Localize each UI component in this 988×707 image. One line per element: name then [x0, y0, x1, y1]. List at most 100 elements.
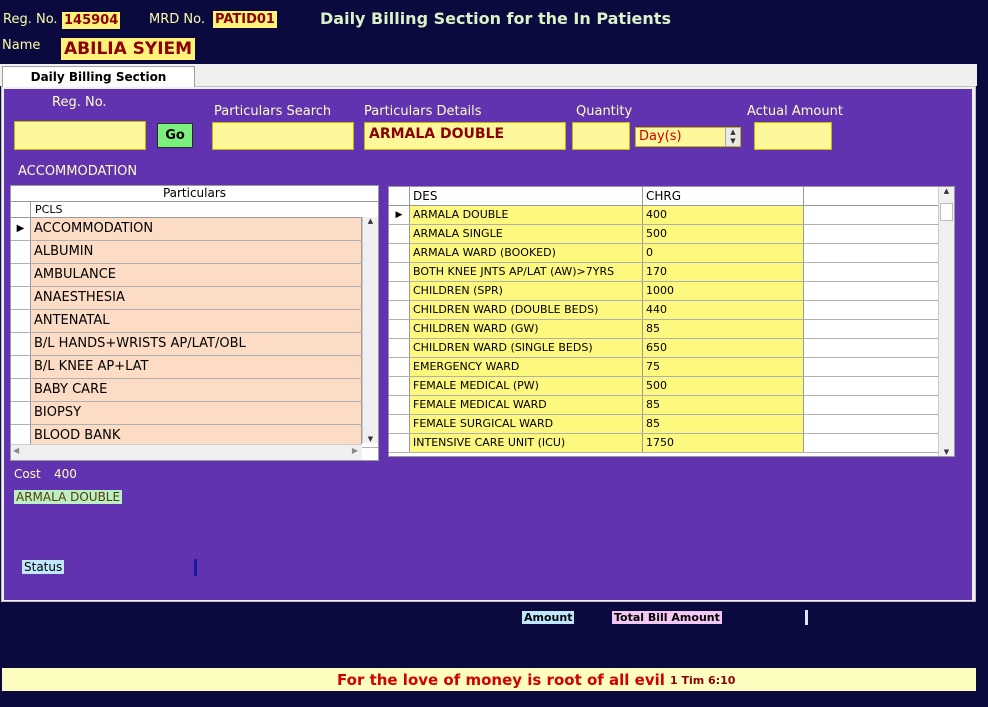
cost-value: 400: [54, 467, 77, 481]
selected-item-label: ARMALA DOUBLE: [14, 490, 123, 504]
table-cell[interactable]: 1000: [643, 282, 804, 300]
table-cell[interactable]: FEMALE SURGICAL WARD: [410, 415, 643, 433]
table-cell[interactable]: ALBUMIN: [31, 241, 362, 263]
table-cell[interactable]: EMERGENCY WARD: [410, 358, 643, 376]
reg-no-input[interactable]: [14, 121, 146, 150]
reg-no-value: 145904: [62, 12, 121, 29]
form-reg-label: Reg. No.: [52, 95, 107, 110]
table-cell[interactable]: FEMALE MEDICAL WARD: [410, 396, 643, 414]
particulars-horizontal-scrollbar[interactable]: ◀ ▶: [11, 444, 362, 460]
particulars-vertical-scrollbar[interactable]: ▲ ▼: [362, 217, 378, 443]
scroll-left-icon[interactable]: ◀: [13, 446, 19, 455]
table-row[interactable]: BABY CARE: [11, 379, 378, 402]
table-row[interactable]: CHILDREN WARD (GW) 85: [389, 320, 954, 339]
table-cell[interactable]: ARMALA WARD (BOOKED): [410, 244, 643, 262]
table-cell[interactable]: 85: [643, 320, 804, 338]
mrd-no-value: PATID01: [213, 11, 277, 28]
particulars-grid-caption: Particulars: [11, 186, 378, 202]
table-cell[interactable]: 440: [643, 301, 804, 319]
table-row[interactable]: ▶ ARMALA DOUBLE 400: [389, 206, 954, 225]
particulars-details-field[interactable]: ARMALA DOUBLE: [364, 122, 566, 150]
footer-reference: 1 Tim 6:10: [670, 674, 736, 687]
table-cell[interactable]: 650: [643, 339, 804, 357]
current-row-icon: ▶: [11, 218, 31, 240]
table-cell[interactable]: FEMALE MEDICAL (PW): [410, 377, 643, 395]
table-row[interactable]: B/L KNEE AP+LAT: [11, 356, 378, 379]
table-row[interactable]: ARMALA SINGLE 500: [389, 225, 954, 244]
table-row[interactable]: FEMALE MEDICAL WARD 85: [389, 396, 954, 415]
table-row[interactable]: BIOPSY: [11, 402, 378, 425]
table-row[interactable]: CHILDREN WARD (SINGLE BEDS) 650: [389, 339, 954, 358]
search-label: Particulars Search: [214, 104, 332, 119]
table-row[interactable]: AMBULANCE: [11, 264, 378, 287]
actual-amount-input[interactable]: [754, 122, 832, 150]
table-row[interactable]: FEMALE SURGICAL WARD 85: [389, 415, 954, 434]
table-row[interactable]: B/L HANDS+WRISTS AP/LAT/OBL: [11, 333, 378, 356]
table-cell[interactable]: BOTH KNEE JNTS AP/LAT (AW)>7YRS: [410, 263, 643, 281]
scroll-up-icon[interactable]: ▲: [939, 187, 954, 195]
footer-quote: For the love of money is root of all evi…: [337, 671, 665, 689]
table-cell[interactable]: CHILDREN WARD (GW): [410, 320, 643, 338]
scroll-down-icon[interactable]: ▼: [363, 435, 378, 443]
table-cell[interactable]: ACCOMMODATION: [31, 218, 362, 240]
charges-vertical-scrollbar[interactable]: ▲ ▼: [938, 187, 954, 456]
table-row[interactable]: ANTENATAL: [11, 310, 378, 333]
table-cell[interactable]: B/L KNEE AP+LAT: [31, 356, 362, 378]
pcls-column-header[interactable]: PCLS: [31, 202, 62, 217]
table-cell[interactable]: 0: [643, 244, 804, 262]
unit-spinner[interactable]: ▲ ▼: [725, 128, 740, 146]
table-cell[interactable]: BABY CARE: [31, 379, 362, 401]
table-row[interactable]: CHILDREN WARD (DOUBLE BEDS) 440: [389, 301, 954, 320]
table-cell[interactable]: BIOPSY: [31, 402, 362, 424]
table-cell[interactable]: CHILDREN WARD (DOUBLE BEDS): [410, 301, 643, 319]
total-bill-amount-label: Total Bill Amount: [612, 611, 722, 624]
table-cell[interactable]: B/L HANDS+WRISTS AP/LAT/OBL: [31, 333, 362, 355]
status-label: Status: [22, 560, 65, 574]
table-cell[interactable]: ANAESTHESIA: [31, 287, 362, 309]
table-cell[interactable]: CHILDREN WARD (SINGLE BEDS): [410, 339, 643, 357]
table-row[interactable]: ANAESTHESIA: [11, 287, 378, 310]
table-cell[interactable]: 1750: [643, 434, 804, 452]
scroll-down-icon[interactable]: ▼: [939, 448, 954, 456]
table-cell[interactable]: 85: [643, 415, 804, 433]
particulars-search-input[interactable]: [212, 122, 354, 150]
quantity-input[interactable]: [572, 122, 630, 150]
amount-label: Amount: [522, 611, 575, 624]
table-cell[interactable]: CHILDREN (SPR): [410, 282, 643, 300]
particulars-grid: Particulars PCLS ▶ ACCOMMODATION ALBUMIN …: [10, 185, 379, 461]
table-cell[interactable]: ARMALA DOUBLE: [410, 206, 643, 224]
tab-daily-billing[interactable]: Daily Billing Section: [2, 66, 195, 87]
mrd-no-label: MRD No.: [149, 12, 205, 27]
actual-amount-label: Actual Amount: [747, 104, 843, 119]
table-cell[interactable]: ANTENATAL: [31, 310, 362, 332]
charges-grid: DES CHRG ▶ ARMALA DOUBLE 400 ARMALA SINGLE…: [388, 186, 955, 457]
table-row[interactable]: EMERGENCY WARD 75: [389, 358, 954, 377]
total-cursor: [805, 610, 808, 625]
table-cell[interactable]: ARMALA SINGLE: [410, 225, 643, 243]
table-row[interactable]: CHILDREN (SPR) 1000: [389, 282, 954, 301]
chrg-column-header[interactable]: CHRG: [643, 187, 804, 205]
go-button[interactable]: Go: [157, 123, 193, 148]
table-cell[interactable]: 75: [643, 358, 804, 376]
table-cell[interactable]: 500: [643, 377, 804, 395]
table-row[interactable]: ▶ ACCOMMODATION: [11, 218, 378, 241]
table-cell[interactable]: 170: [643, 263, 804, 281]
scroll-up-icon[interactable]: ▲: [363, 217, 378, 225]
table-cell[interactable]: AMBULANCE: [31, 264, 362, 286]
table-row[interactable]: INTENSIVE CARE UNIT (ICU) 1750: [389, 434, 954, 453]
particulars-grid-header: PCLS: [11, 202, 378, 218]
table-row[interactable]: ALBUMIN: [11, 241, 378, 264]
name-label: Name: [2, 38, 41, 53]
table-cell[interactable]: 500: [643, 225, 804, 243]
table-row[interactable]: ARMALA WARD (BOOKED) 0: [389, 244, 954, 263]
charges-grid-header: DES CHRG: [389, 187, 954, 206]
status-cursor: [194, 559, 197, 576]
scrollbar-thumb[interactable]: [940, 203, 953, 221]
table-row[interactable]: FEMALE MEDICAL (PW) 500: [389, 377, 954, 396]
scroll-right-icon[interactable]: ▶: [352, 446, 358, 455]
table-cell[interactable]: 85: [643, 396, 804, 414]
table-row[interactable]: BOTH KNEE JNTS AP/LAT (AW)>7YRS 170: [389, 263, 954, 282]
table-cell[interactable]: INTENSIVE CARE UNIT (ICU): [410, 434, 643, 452]
des-column-header[interactable]: DES: [410, 187, 643, 205]
table-cell[interactable]: 400: [643, 206, 804, 224]
